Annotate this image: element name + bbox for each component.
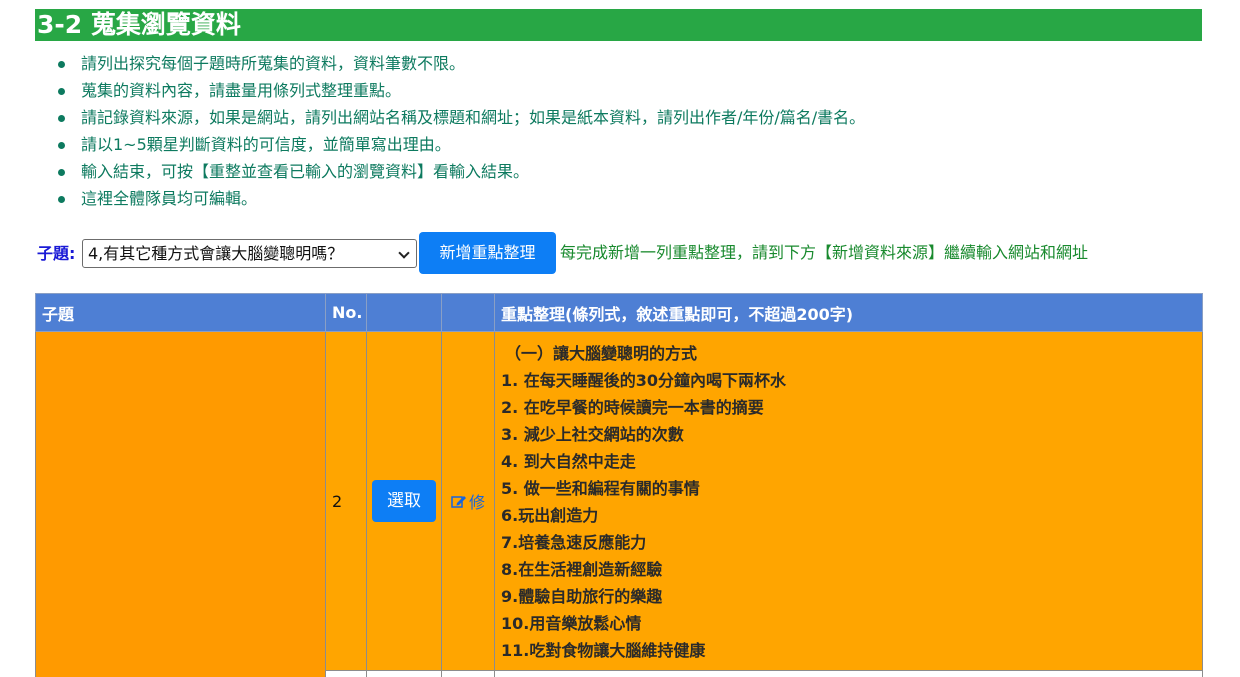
column-header-select	[366, 293, 442, 332]
row-number: 2	[332, 491, 343, 511]
notes-line: 3. 減少上社交網站的次數	[501, 425, 684, 444]
add-hint-text: 每完成新增一列重點整理，請到下方【新增資料來源】繼續輸入網站和網址	[560, 243, 1089, 262]
notes-cell	[494, 670, 1203, 677]
instruction-item: 請列出探究每個子題時所蒐集的資料，資料筆數不限。	[58, 53, 865, 80]
column-header-no: No.	[325, 293, 367, 332]
notes-cell: （一）讓大腦變聰明的方式 1. 在每天睡醒後的30分鐘內喝下兩杯水 2. 在吃早…	[494, 331, 1203, 671]
instructions-list: 請列出探究每個子題時所蒐集的資料，資料筆數不限。 蒐集的資料內容，請盡量用條列式…	[58, 53, 865, 215]
topic-label: 子題:	[37, 244, 76, 263]
edit-link[interactable]: 修	[442, 489, 494, 513]
notes-line: 9.體驗自助旅行的樂趣	[501, 587, 663, 606]
select-cell: 選取	[366, 331, 442, 671]
table-header-row: 子題 No. 重點整理(條列式，敘述重點即可，不超過200字)	[35, 293, 1203, 332]
edit-cell	[441, 670, 495, 677]
instruction-item: 請以1~5顆星判斷資料的可信度，並簡單寫出理由。	[58, 134, 865, 161]
notes-line: 7.培養急速反應能力	[501, 533, 647, 552]
column-header-topic: 子題	[35, 293, 326, 332]
notes-line: 11.吃對食物讓大腦維持健康	[501, 641, 706, 660]
notes-line: 1. 在每天睡醒後的30分鐘內喝下兩杯水	[501, 371, 787, 390]
column-header-notes: 重點整理(條列式，敘述重點即可，不超過200字)	[494, 293, 1203, 332]
table-row: 2 選取 修 （一）讓大腦變聰明的方式 1. 在每天睡醒後的30分鐘內喝下兩杯水…	[35, 331, 1203, 677]
row-number-cell: 2	[325, 331, 367, 671]
select-button[interactable]: 選取	[372, 480, 436, 522]
select-cell	[366, 670, 442, 677]
notes-line: （一）讓大腦變聰明的方式	[505, 344, 698, 363]
notes-line: 4. 到大自然中走走	[501, 452, 636, 471]
notes-line: 5. 做一些和編程有關的事情	[501, 479, 700, 498]
instruction-item: 這裡全體隊員均可編輯。	[58, 188, 865, 215]
edit-icon	[451, 495, 466, 508]
instruction-item: 輸入結束，可按【重整並查看已輸入的瀏覽資料】看輸入結果。	[58, 161, 865, 188]
page: 3-2 蒐集瀏覽資料 請列出探究每個子題時所蒐集的資料，資料筆數不限。 蒐集的資…	[0, 0, 1240, 677]
topic-select[interactable]: 4,有其它種方式會讓大腦變聰明嗎？	[82, 239, 417, 268]
notes-line: 8.在生活裡創造新經驗	[501, 560, 663, 579]
summary-table: 子題 No. 重點整理(條列式，敘述重點即可，不超過200字) 2 選取 修 （…	[35, 293, 1203, 677]
instruction-item: 請記錄資料來源，如果是網站，請列出網站名稱及標題和網址；如果是紙本資料，請列出作…	[58, 107, 865, 134]
notes-line: 2. 在吃早餐的時候讀完一本書的摘要	[501, 398, 764, 417]
topic-select-value: 4,有其它種方式會讓大腦變聰明嗎？	[88, 244, 344, 263]
notes-line: 6.玩出創造力	[501, 506, 599, 525]
notes-line: 10.用音樂放鬆心情	[501, 614, 642, 633]
row-number-cell	[325, 670, 367, 677]
column-header-edit	[441, 293, 495, 332]
instruction-item: 蒐集的資料內容，請盡量用條列式整理重點。	[58, 80, 865, 107]
topic-cell	[35, 331, 326, 677]
section-title: 3-2 蒐集瀏覽資料	[35, 9, 1202, 41]
notes-list: （一）讓大腦變聰明的方式 1. 在每天睡醒後的30分鐘內喝下兩杯水 2. 在吃早…	[495, 332, 1202, 670]
edit-cell: 修	[441, 331, 495, 671]
add-summary-button[interactable]: 新增重點整理	[419, 232, 556, 274]
edit-label: 修	[468, 493, 485, 512]
chevron-down-icon	[398, 247, 410, 259]
